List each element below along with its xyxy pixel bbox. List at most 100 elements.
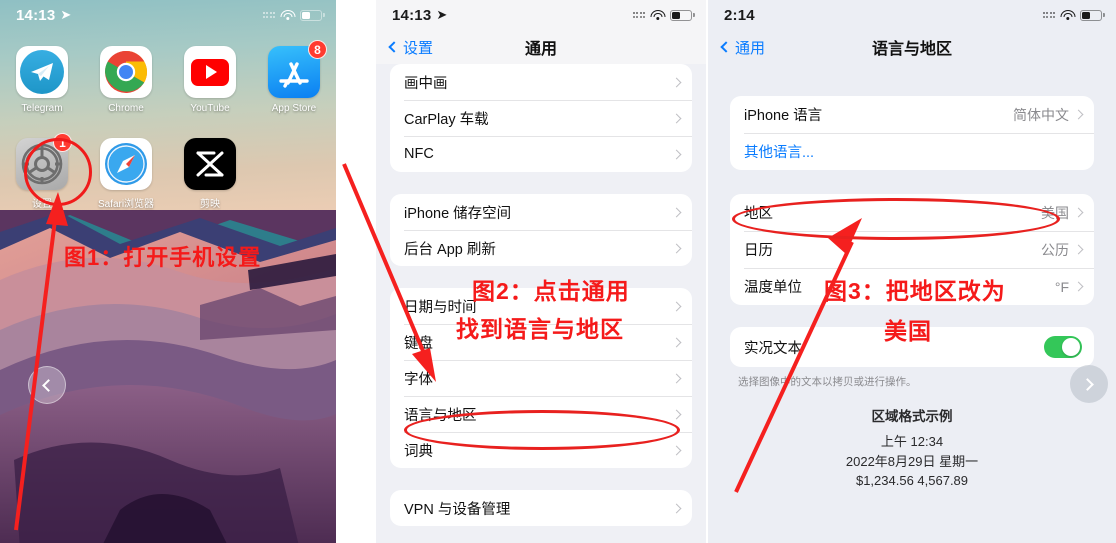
carousel-next-button[interactable] — [1070, 365, 1108, 403]
settings-row-iphone-storage[interactable]: iPhone 储存空间 — [390, 194, 692, 230]
battery-icon — [300, 9, 325, 21]
phone-panel-language-region: 2:14 通用 语言与地区 iPhone 语言 简体中文 其他语言... 地区 … — [708, 0, 1116, 543]
row-value: 公历 — [1041, 241, 1069, 258]
row-label: 画中画 — [404, 75, 448, 92]
row-label: 实况文本 — [744, 340, 802, 357]
chevron-right-icon — [671, 243, 682, 253]
settings-row-iphone-language[interactable]: iPhone 语言 简体中文 — [730, 96, 1094, 133]
settings-group: VPN 与设备管理 — [390, 490, 692, 526]
telegram-icon — [16, 46, 68, 98]
settings-group-language: iPhone 语言 简体中文 其他语言... — [730, 96, 1094, 170]
wifi-icon — [1060, 9, 1075, 21]
chevron-right-icon — [671, 373, 682, 383]
back-label: 设置 — [403, 39, 434, 57]
battery-icon — [670, 9, 695, 21]
row-value: 简体中文 — [1013, 106, 1069, 123]
settings-row-vpn-device-management[interactable]: VPN 与设备管理 — [390, 490, 692, 526]
chevron-right-icon — [1081, 377, 1094, 391]
row-label: CarPlay 车载 — [404, 111, 489, 128]
app-jianying[interactable]: 剪映 — [168, 138, 252, 210]
sample-heading: 区域格式示例 — [871, 409, 953, 425]
settings-row-background-refresh[interactable]: 后台 App 刷新 — [390, 230, 692, 266]
annotation-text-step3-line1: 图3：把地区改为 — [824, 278, 1006, 304]
back-button-general[interactable]: 通用 — [720, 37, 766, 58]
status-bar-general: 14:13 ➤ — [376, 0, 706, 30]
chevron-right-icon — [671, 503, 682, 513]
chevron-right-icon — [671, 149, 682, 159]
wifi-icon — [280, 9, 295, 21]
settings-row-carplay[interactable]: CarPlay 车载 — [390, 100, 692, 136]
annotation-circle-settings — [24, 138, 92, 206]
chevron-right-icon — [671, 445, 682, 455]
sample-time: 上午 12:34 — [880, 434, 944, 450]
jianying-icon — [184, 138, 236, 190]
row-label: 其他语言... — [744, 145, 815, 161]
settings-list-lang[interactable]: iPhone 语言 简体中文 其他语言... 地区 美国 日历 公历 温度单位 … — [708, 72, 1116, 543]
chevron-right-icon — [671, 409, 682, 419]
settings-row-pip[interactable]: 画中画 — [390, 64, 692, 100]
chevron-right-icon — [671, 113, 682, 123]
status-bar-lang: 2:14 — [708, 0, 1116, 30]
row-label: 温度单位 — [744, 280, 802, 296]
location-arrow-icon: ➤ — [436, 7, 448, 22]
annotation-text-step1: 图1：打开手机设置 — [64, 245, 262, 270]
phone-panel-general: 14:13 ➤ 设置 通用 画中画 CarPlay 车载 NFC iPhone … — [376, 0, 706, 543]
status-time: 14:13 — [392, 6, 432, 24]
back-button-settings[interactable]: 设置 — [388, 37, 434, 58]
annotation-text-step3-line2: 美国 — [884, 318, 932, 344]
row-label: iPhone 储存空间 — [404, 205, 512, 222]
status-time: 2:14 — [724, 6, 755, 24]
app-label: Telegram — [21, 103, 63, 114]
row-label: NFC — [404, 146, 434, 162]
sample-numbers: $1,234.56 4,567.89 — [855, 473, 969, 489]
app-label: YouTube — [190, 103, 230, 114]
chevron-left-icon — [720, 41, 732, 53]
chevron-right-icon — [671, 77, 682, 87]
app-label: App Store — [271, 103, 317, 114]
back-label: 通用 — [735, 39, 766, 57]
app-telegram[interactable]: Telegram — [0, 46, 84, 114]
app-safari[interactable]: Safari浏览器 — [84, 138, 168, 210]
live-text-toggle[interactable] — [1044, 336, 1082, 358]
screenshot-root: 14:13 ➤ Telegram Chrome YouTube 8 App St… — [0, 0, 1116, 543]
row-value: °F — [1054, 278, 1069, 295]
status-bar-home: 14:13 ➤ — [0, 0, 336, 30]
nav-bar-general: 设置 通用 — [376, 30, 706, 64]
chevron-right-icon — [1073, 109, 1084, 120]
signal-dots-icon — [1042, 12, 1055, 18]
region-format-sample: 区域格式示例 上午 12:34 2022年8月29日 星期一 $1,234.56… — [708, 405, 1116, 491]
row-label: 词典 — [404, 443, 433, 460]
app-youtube[interactable]: YouTube — [168, 46, 252, 114]
settings-row-other-languages[interactable]: 其他语言... — [730, 133, 1094, 170]
row-label: 字体 — [404, 371, 433, 388]
chevron-left-icon — [42, 378, 55, 392]
sample-date: 2022年8月29日 星期一 — [845, 453, 979, 469]
chevron-right-icon — [671, 207, 682, 217]
safari-compass-icon — [100, 138, 152, 190]
chevron-left-icon — [388, 41, 400, 53]
annotation-ellipse-language-region — [404, 410, 680, 450]
chevron-right-icon — [1073, 281, 1084, 292]
chrome-icon — [100, 46, 152, 98]
signal-dots-icon — [262, 12, 275, 18]
row-label: VPN 与设备管理 — [404, 501, 511, 518]
chevron-right-icon — [1073, 244, 1084, 255]
app-app-store[interactable]: 8 App Store — [252, 40, 336, 114]
chevron-right-icon — [671, 301, 682, 311]
chevron-right-icon — [671, 337, 682, 347]
home-app-row-1: Telegram Chrome YouTube 8 App Store — [0, 40, 336, 114]
settings-group: 画中画 CarPlay 车载 NFC — [390, 64, 692, 172]
carousel-prev-button[interactable] — [28, 366, 66, 404]
annotation-text-step2-line1: 图2：点击通用 — [472, 278, 630, 304]
nav-bar-lang: 通用 语言与地区 — [708, 30, 1116, 64]
row-label: 键盘 — [404, 335, 433, 352]
live-text-footnote: 选择图像中的文本以拷贝或进行操作。 — [738, 376, 917, 388]
page-title: 语言与地区 — [871, 41, 952, 58]
settings-row-nfc[interactable]: NFC — [390, 136, 692, 172]
app-label: Chrome — [108, 103, 144, 114]
settings-row-fonts[interactable]: 字体 — [390, 360, 692, 396]
youtube-icon — [184, 46, 236, 98]
row-label: 后台 App 刷新 — [404, 241, 496, 258]
app-chrome[interactable]: Chrome — [84, 46, 168, 114]
annotation-ellipse-region — [732, 198, 1060, 240]
